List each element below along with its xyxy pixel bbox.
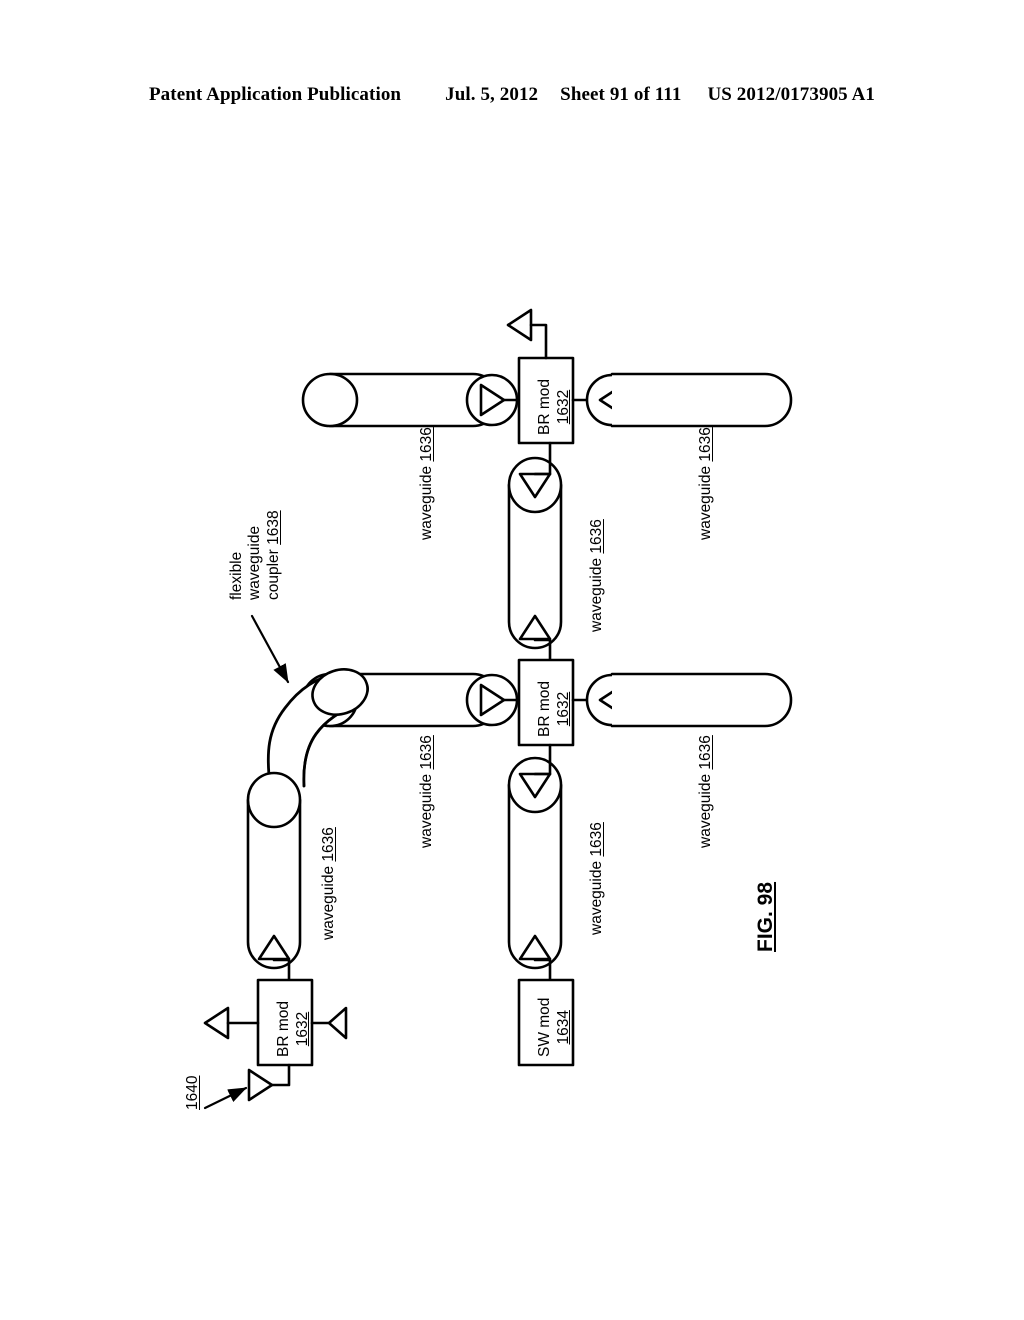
label-waveguide-top-right: waveguide 1636: [697, 427, 714, 540]
label-flexible-waveguide-coupler: flexible waveguide coupler 1638: [228, 510, 282, 600]
antenna-coupling-top-left: [465, 373, 521, 427]
leader-assembly-1640: [203, 1086, 248, 1110]
waveguide-top-right: [610, 372, 793, 428]
label-br-mod-top: BR mod 1632: [536, 379, 572, 435]
label-sw-mod: SW mod 1634: [536, 997, 572, 1057]
label-waveguide-center-lower: waveguide 1636: [588, 822, 605, 935]
figure-label: FIG. 98: [754, 881, 777, 952]
leader-flexible-coupler: [250, 614, 290, 684]
label-waveguide-bottom-left: waveguide 1636: [320, 827, 337, 940]
label-br-mod-left: BR mod 1632: [275, 1001, 311, 1057]
antenna-br-mod-left-east: [310, 1006, 348, 1040]
figure-98-diagram: [203, 308, 793, 1110]
label-waveguide-center-upper: waveguide 1636: [588, 519, 605, 632]
label-waveguide-middle-right: waveguide 1636: [697, 735, 714, 848]
label-br-mod-middle: BR mod 1632: [536, 681, 572, 737]
patent-figure-page: Patent Application Publication Jul. 5, 2…: [0, 0, 1024, 1320]
waveguide-middle-right: [610, 672, 793, 728]
label-assembly-1640: 1640: [184, 1075, 201, 1110]
antenna-br-mod-left-south: [247, 1063, 291, 1102]
label-waveguide-middle-left: waveguide 1636: [418, 735, 435, 848]
antenna-top: [506, 308, 548, 360]
antenna-coupling-middle-left: [465, 673, 521, 727]
antenna-br-mod-left-west: [203, 1006, 260, 1040]
label-waveguide-top-left: waveguide 1636: [418, 427, 435, 540]
